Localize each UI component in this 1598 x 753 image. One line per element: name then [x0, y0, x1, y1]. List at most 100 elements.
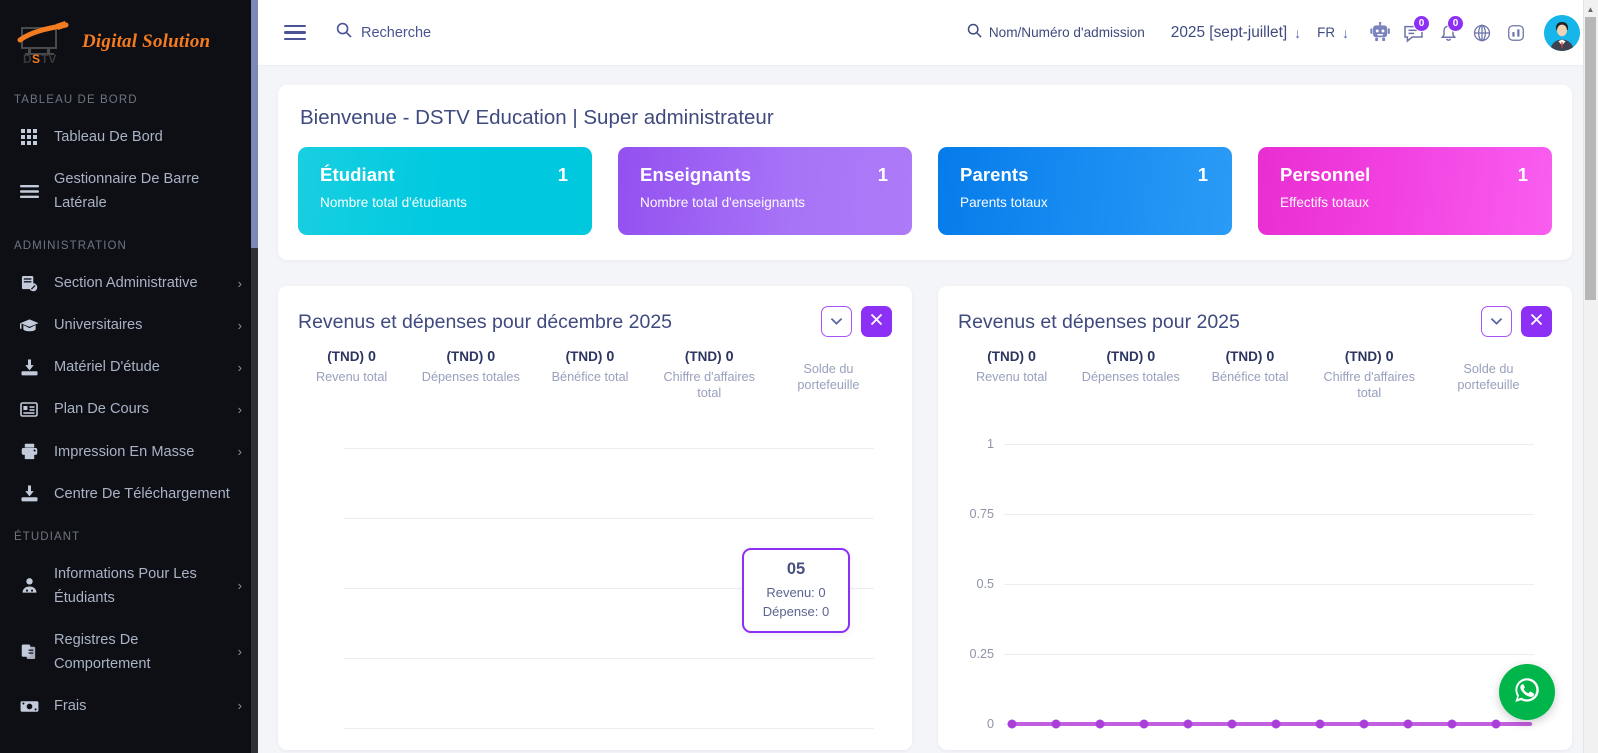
- robot-icon[interactable]: [1363, 16, 1397, 50]
- kpi-amount: 0: [487, 349, 496, 365]
- notification-badge: 0: [1447, 14, 1464, 32]
- admission-search-input[interactable]: Nom/Numéro d'admission: [967, 23, 1145, 43]
- panel-actions: [821, 304, 892, 337]
- brand-logo[interactable]: D S TV Digital Solution: [0, 0, 258, 78]
- kpi-value: (TND) 0: [296, 349, 407, 365]
- stat-card-top: Enseignants 1: [640, 164, 892, 186]
- page-scrollbar-thumb[interactable]: [1585, 17, 1596, 300]
- svg-text:S: S: [32, 52, 40, 66]
- kpi-chiffre-affaires-total: (TND) 0 Chiffre d'affaires total: [650, 349, 769, 402]
- kpi-depenses-totales: (TND) 0 Dépenses totales: [411, 349, 530, 402]
- kpi-amount: 0: [1027, 349, 1036, 365]
- sidebar-item-plan-de-cours[interactable]: Plan De Cours ›: [0, 388, 258, 430]
- chevron-down-icon: ↓: [1342, 24, 1349, 41]
- collapse-button[interactable]: [1481, 306, 1512, 337]
- close-button[interactable]: [861, 306, 892, 337]
- sidebar-item-tableau-de-bord[interactable]: Tableau De Bord: [0, 116, 258, 158]
- search-icon: [336, 22, 352, 43]
- page-scrollbar[interactable]: ▲: [1583, 0, 1598, 753]
- series-point[interactable]: [1007, 719, 1017, 728]
- topbar-right: Nom/Numéro d'admission 2025 [sept-juille…: [967, 14, 1580, 51]
- panel-revenus-2025: Revenus et dépenses pour 2025 (TND) 0 Re…: [938, 286, 1572, 750]
- kpi-currency: (TND): [987, 349, 1024, 364]
- report-icon[interactable]: [1499, 16, 1533, 50]
- sidebar-item-registres-de-comportement[interactable]: Registres De Comportement ›: [0, 619, 258, 685]
- bell-icon[interactable]: 0: [1431, 14, 1465, 50]
- stat-card-personnel[interactable]: Personnel 1 Effectifs totaux: [1258, 147, 1552, 235]
- stat-card-row: Étudiant 1 Nombre total d'étudiants Ense…: [298, 147, 1552, 235]
- language-selector[interactable]: FR ↓: [1317, 25, 1349, 41]
- whatsapp-icon: [1511, 674, 1543, 711]
- topbar: Recherche Nom/Numéro d'admission 2025 [s…: [258, 0, 1598, 66]
- kpi-revenu-total: (TND) 0 Revenu total: [952, 349, 1071, 402]
- sidebar-item-impression-en-masse[interactable]: Impression En Masse ›: [0, 431, 258, 473]
- sidebar-item-centre-de-telechargement[interactable]: Centre De Téléchargement: [0, 473, 258, 515]
- close-button[interactable]: [1521, 306, 1552, 337]
- series-point[interactable]: [1271, 719, 1281, 728]
- series-point[interactable]: [1491, 719, 1501, 728]
- series-point[interactable]: [1095, 719, 1105, 728]
- whatsapp-button[interactable]: [1499, 664, 1555, 720]
- gridline: [344, 447, 874, 449]
- hamburger-icon[interactable]: [284, 24, 306, 41]
- stat-card-parents[interactable]: Parents 1 Parents totaux: [938, 147, 1232, 235]
- brand-name: Digital Solution: [82, 31, 211, 52]
- series-point[interactable]: [1315, 719, 1325, 728]
- series-point[interactable]: [1359, 719, 1369, 728]
- sidebar-item-informations-etudiants[interactable]: Informations Pour Les Étudiants ›: [0, 553, 258, 619]
- grid-icon: [18, 128, 40, 146]
- series-point[interactable]: [1139, 719, 1149, 728]
- chart-revenus-2025: 1 0.75 0.5 0.25 0: [952, 420, 1552, 750]
- series-point[interactable]: [1447, 719, 1457, 728]
- sidebar-section-etudiant: ÉTUDIANT: [14, 530, 81, 543]
- sidebar-scrollbar-thumb[interactable]: [251, 0, 258, 248]
- session-label: 2025 [sept-juillet]: [1170, 23, 1288, 41]
- sidebar-item-gestionnaire-barre-laterale[interactable]: Gestionnaire De Barre Latérale: [0, 158, 258, 224]
- series-point[interactable]: [1051, 719, 1061, 728]
- chevron-right-icon: ›: [237, 359, 242, 375]
- chat-icon[interactable]: 0: [1397, 14, 1431, 50]
- gridline: [344, 657, 874, 659]
- bars-icon: [18, 184, 40, 199]
- series-point[interactable]: [1183, 719, 1193, 728]
- gridline: [1004, 513, 1534, 515]
- printer-icon: [18, 443, 40, 460]
- kpi-revenu-total: (TND) 0 Revenu total: [292, 349, 411, 402]
- kpi-currency: (TND): [565, 349, 603, 364]
- chat-badge: 0: [1413, 14, 1430, 32]
- panel-actions: [1481, 304, 1552, 337]
- stat-card-title: Parents: [960, 164, 1029, 185]
- sidebar-scrollbar[interactable]: [251, 0, 258, 753]
- panel-kpis: (TND) 0 Revenu total (TND) 0 Dépenses to…: [952, 337, 1552, 402]
- sidebar-item-universitaires[interactable]: Universitaires ›: [0, 304, 258, 346]
- stat-card-etudiant[interactable]: Étudiant 1 Nombre total d'étudiants: [298, 147, 592, 235]
- globe-icon[interactable]: [1465, 16, 1499, 50]
- sidebar-item-section-administrative[interactable]: Section Administrative ›: [0, 262, 258, 304]
- kpi-label: Solde du portefeuille: [1457, 362, 1520, 393]
- panel-kpis: (TND) 0 Revenu total (TND) 0 Dépenses to…: [292, 337, 892, 402]
- sidebar-item-label: Section Administrative: [54, 275, 198, 292]
- avatar[interactable]: [1544, 14, 1580, 51]
- kpi-value: (TND) 0: [654, 349, 765, 365]
- app-root: D S TV Digital Solution TABLEAU DE BORD …: [0, 0, 1598, 753]
- scroll-up-arrow-icon[interactable]: ▲: [1584, 3, 1597, 15]
- gridline: [1004, 653, 1534, 655]
- chevron-right-icon: ›: [237, 275, 242, 291]
- session-selector[interactable]: 2025 [sept-juillet] ↓: [1171, 24, 1301, 42]
- stat-card-enseignants[interactable]: Enseignants 1 Nombre total d'enseignants: [618, 147, 912, 235]
- collapse-button[interactable]: [821, 306, 852, 337]
- y-axis-tick: 1: [986, 436, 994, 451]
- series-point[interactable]: [1403, 719, 1413, 728]
- stat-card-title: Personnel: [1280, 164, 1371, 185]
- kpi-currency: (TND): [1225, 349, 1263, 364]
- gridline: [344, 517, 874, 519]
- sidebar-item-frais[interactable]: Frais ›: [0, 685, 258, 727]
- stat-card-subtitle: Nombre total d'enseignants: [640, 195, 806, 210]
- kpi-amount: 0: [725, 349, 734, 365]
- kpi-label: Solde du portefeuille: [797, 362, 860, 393]
- kpi-benefice-total: (TND) 0 Bénéfice total: [530, 349, 649, 402]
- series-point[interactable]: [1227, 719, 1237, 728]
- search-input[interactable]: Recherche: [336, 22, 431, 43]
- kpi-label: Revenu total: [315, 370, 388, 384]
- sidebar-item-materiel-detude[interactable]: Matériel D'étude ›: [0, 346, 258, 388]
